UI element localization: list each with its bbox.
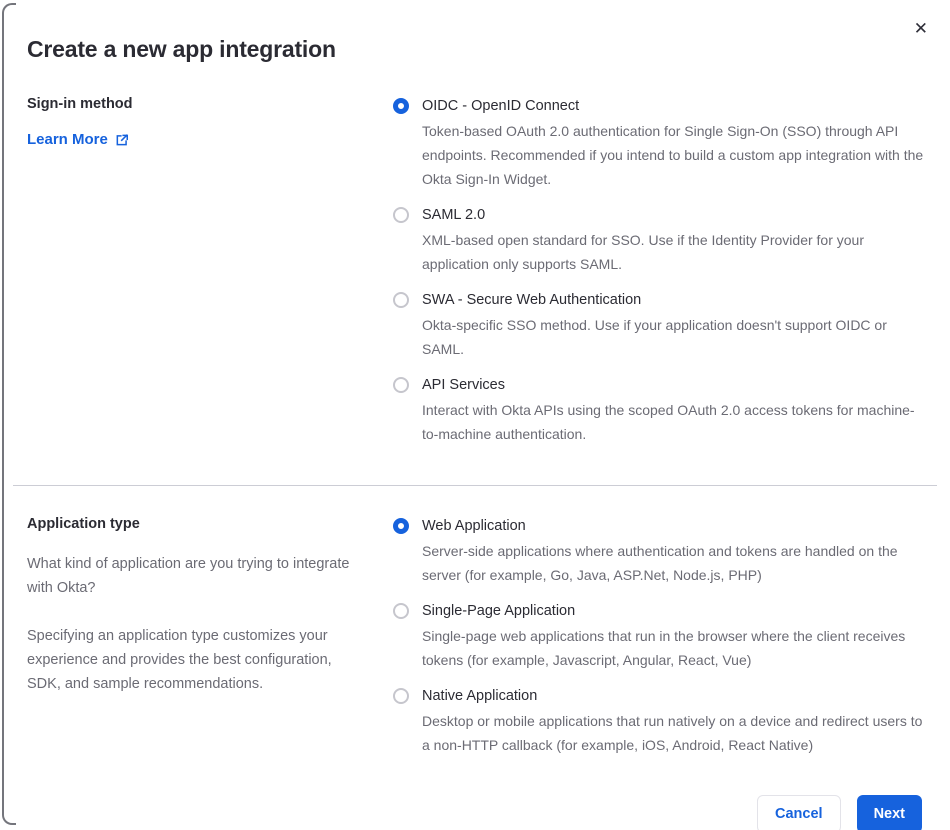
signin-option-saml-label[interactable]: SAML 2.0	[422, 205, 925, 225]
apptype-option-web-description: Server-side applications where authentic…	[422, 543, 898, 583]
signin-method-label: Sign-in method	[27, 96, 133, 112]
external-link-icon	[115, 133, 129, 147]
radio-saml[interactable]	[393, 207, 409, 223]
signin-option-oidc-label[interactable]: OIDC - OpenID Connect	[422, 96, 925, 116]
application-type-label: Application type	[27, 516, 140, 532]
dialog-title: Create a new app integration	[27, 36, 336, 62]
signin-option-oidc-description: Token-based OAuth 2.0 authentication for…	[422, 123, 924, 187]
radio-native-application[interactable]	[393, 688, 409, 704]
apptype-option-native-label[interactable]: Native Application	[422, 686, 925, 706]
application-type-paragraph-2: Specifying an application type customize…	[27, 628, 332, 692]
radio-api-services[interactable]	[393, 377, 409, 393]
signin-option-swa: SWA - Secure Web Authentication Okta-spe…	[393, 290, 925, 361]
signin-option-api-services-description: Interact with Okta APIs using the scoped…	[422, 402, 915, 442]
radio-web-application[interactable]	[393, 518, 409, 534]
radio-single-page-application[interactable]	[393, 603, 409, 619]
close-icon[interactable]: ✕	[914, 20, 928, 37]
signin-option-oidc: OIDC - OpenID Connect Token-based OAuth …	[393, 96, 925, 191]
radio-oidc[interactable]	[393, 98, 409, 114]
application-type-section: Application type What kind of applicatio…	[27, 516, 925, 757]
apptype-option-spa: Single-Page Application Single-page web …	[393, 601, 925, 672]
apptype-option-spa-label[interactable]: Single-Page Application	[422, 601, 925, 621]
apptype-option-native: Native Application Desktop or mobile app…	[393, 686, 925, 757]
apptype-option-web: Web Application Server-side applications…	[393, 516, 925, 587]
create-app-integration-dialog: ✕ Create a new app integration Sign-in m…	[0, 0, 950, 830]
learn-more-link[interactable]: Learn More	[27, 131, 129, 148]
next-button[interactable]: Next	[856, 795, 922, 830]
cancel-button[interactable]: Cancel	[757, 795, 841, 830]
apptype-option-spa-description: Single-page web applications that run in…	[422, 628, 906, 668]
signin-method-section: Sign-in method Learn More OIDC - OpenID …	[27, 96, 925, 446]
apptype-option-native-description: Desktop or mobile applications that run …	[422, 713, 923, 753]
learn-more-label: Learn More	[27, 131, 108, 148]
signin-option-swa-description: Okta-specific SSO method. Use if your ap…	[422, 317, 887, 357]
dialog-footer: Cancel Next	[27, 795, 925, 830]
signin-option-saml-description: XML-based open standard for SSO. Use if …	[422, 232, 864, 272]
apptype-option-web-label[interactable]: Web Application	[422, 516, 925, 536]
signin-option-api-services-label[interactable]: API Services	[422, 375, 925, 395]
signin-option-swa-label[interactable]: SWA - Secure Web Authentication	[422, 290, 925, 310]
section-divider	[13, 485, 937, 486]
signin-option-saml: SAML 2.0 XML-based open standard for SSO…	[393, 205, 925, 276]
application-type-paragraph-1: What kind of application are you trying …	[27, 556, 350, 596]
radio-swa[interactable]	[393, 292, 409, 308]
signin-option-api-services: API Services Interact with Okta APIs usi…	[393, 375, 925, 446]
